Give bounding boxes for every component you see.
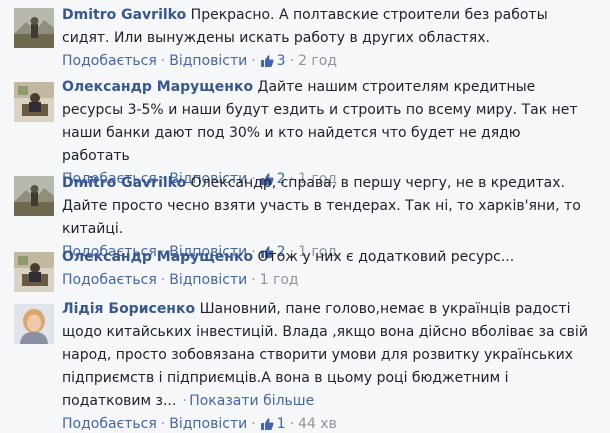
reply-link[interactable]: Відповісти (169, 53, 247, 69)
separator-dot: · (251, 416, 256, 432)
thumbs-up-icon (260, 55, 274, 67)
office-photo-avatar[interactable] (14, 252, 54, 292)
separator-dot: · (289, 53, 295, 69)
comment-author[interactable]: Олександр Марущенко (62, 79, 253, 95)
comment-actions: Подобається · Відповісти · 1 год (62, 271, 590, 289)
comment-body: Dmitro Gavrilko Прекрасно. А полтавские … (62, 4, 590, 50)
like-link[interactable]: Подобається (62, 53, 157, 69)
outdoor-photo-avatar[interactable] (14, 8, 54, 48)
like-count-group[interactable]: 1 (260, 416, 286, 432)
comment-actions: Подобається · Відповісти · 3 · 2 год (62, 52, 590, 70)
like-count: 1 (276, 416, 286, 432)
outdoor-photo-avatar[interactable] (14, 176, 54, 216)
reply-link[interactable]: Відповісти (169, 272, 247, 288)
separator-dot: · (251, 53, 256, 69)
comment-author[interactable]: Олександр Марущенко (62, 249, 253, 265)
thumbs-up-icon (260, 418, 274, 430)
comment-time[interactable]: 1 год (260, 272, 299, 288)
separator-dot: · (289, 416, 295, 432)
like-count: 3 (276, 53, 286, 69)
comment-time[interactable]: 2 год (298, 53, 337, 69)
office-photo-avatar[interactable] (14, 82, 54, 122)
separator-dot: · (160, 272, 166, 288)
comment-body: Олександр Марущенко Отож у них є додатко… (62, 246, 590, 269)
comment-body: Олександр Марущенко Дайте нашим строител… (62, 76, 590, 168)
comment-author[interactable]: Лідія Борисенко (62, 301, 195, 317)
separator-dot: · (251, 272, 256, 288)
separator-dot: · (160, 416, 166, 432)
comment-body: Лідія Борисенко Шановний, пане голово,не… (62, 298, 590, 413)
comment-time[interactable]: 44 хв (298, 416, 337, 432)
like-link[interactable]: Подобається (62, 272, 157, 288)
reply-link[interactable]: Відповісти (169, 416, 247, 432)
comment-actions: Подобається · Відповісти · 1 · 44 хв (62, 415, 590, 433)
comment-author[interactable]: Dmitro Gavrilko (62, 175, 186, 191)
woman-portrait-avatar[interactable] (14, 304, 54, 344)
comment-author[interactable]: Dmitro Gavrilko (62, 7, 186, 23)
see-more-link[interactable]: Показати більше (189, 393, 314, 409)
comment-text: Отож у них є додатковий ресурс... (257, 249, 515, 265)
separator-dot: · (182, 393, 188, 409)
separator-dot: · (160, 53, 166, 69)
comment-text: Шановний, пане голово,немає в українців … (62, 301, 588, 409)
like-link[interactable]: Подобається (62, 416, 157, 432)
comment-body: Dmitro Gavrilko Олександр, справа, в пер… (62, 172, 590, 241)
like-count-group[interactable]: 3 (260, 53, 286, 69)
